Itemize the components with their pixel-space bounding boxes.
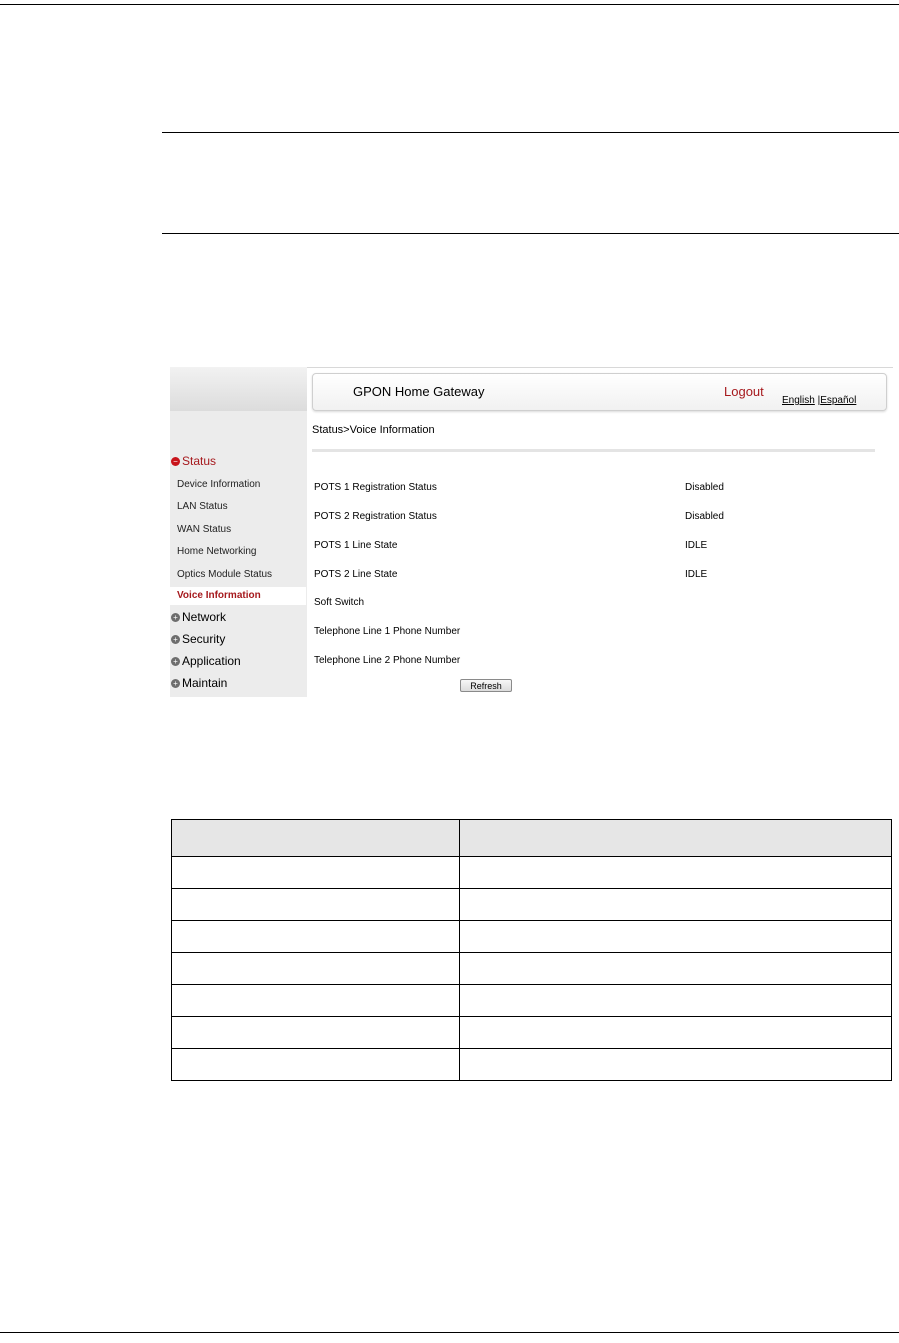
table-cell	[171, 1048, 460, 1081]
table-cell	[459, 888, 892, 921]
sidebar-item-optics-module-status[interactable]: Optics Module Status	[177, 569, 272, 580]
page-top-rule	[0, 4, 899, 5]
table-row	[171, 856, 892, 889]
expand-icon: +	[171, 634, 180, 644]
sidebar-item-wan-status[interactable]: WAN Status	[177, 524, 231, 535]
table-cell	[171, 952, 460, 985]
header-bar: GPON Home Gateway Logout English |Españo…	[312, 373, 887, 411]
voice-row-label: POTS 2 Registration Status	[314, 511, 437, 522]
voice-row-value: IDLE	[685, 540, 708, 551]
table-header-cell	[459, 819, 892, 857]
voice-row-value: IDLE	[685, 569, 708, 580]
table-header-cell	[171, 819, 460, 857]
expand-icon: +	[171, 678, 180, 688]
gateway-screenshot: GPON Home Gateway Logout English |Españo…	[170, 367, 893, 697]
voice-row-label: Telephone Line 1 Phone Number	[314, 626, 461, 637]
table-header-row	[171, 819, 892, 857]
table-cell	[171, 856, 460, 889]
logout-link[interactable]: Logout	[724, 384, 764, 399]
expand-icon: +	[171, 612, 180, 622]
table-cell	[459, 856, 892, 889]
table-cell	[459, 920, 892, 953]
sidebar-section-maintain[interactable]: + Maintain	[171, 676, 227, 690]
sidebar-section-network[interactable]: + Network	[171, 610, 226, 624]
sidebar-section-label: Status	[182, 454, 217, 468]
sidebar-item-voice-information[interactable]: Voice Information	[170, 587, 306, 605]
table-row	[171, 984, 892, 1017]
table-row	[171, 920, 892, 953]
parameter-table	[171, 819, 892, 1081]
sidebar-header	[170, 367, 307, 411]
table-row	[171, 888, 892, 921]
table-cell	[459, 1048, 892, 1081]
voice-row-label: POTS 1 Registration Status	[314, 482, 437, 493]
language-english-link[interactable]: English	[782, 395, 815, 406]
voice-row-label: Soft Switch	[314, 597, 365, 608]
sidebar-item-device-information[interactable]: Device Information	[177, 479, 260, 490]
refresh-button[interactable]: Refresh	[460, 679, 512, 692]
page-bottom-rule	[0, 1332, 899, 1333]
table-cell	[459, 952, 892, 985]
sidebar-item-lan-status[interactable]: LAN Status	[177, 501, 228, 512]
voice-row-label: POTS 2 Line State	[314, 569, 398, 580]
figure-top-line	[307, 367, 893, 368]
table-cell	[459, 1016, 892, 1049]
sidebar-section-label: Network	[182, 610, 227, 624]
table-cell	[459, 984, 892, 1017]
sidebar-section-label: Security	[182, 632, 226, 646]
language-links: English |Español	[782, 395, 856, 406]
sidebar-section-security[interactable]: + Security	[171, 632, 225, 646]
table-cell	[171, 1016, 460, 1049]
table-cell	[171, 984, 460, 1017]
table-cell	[171, 888, 460, 921]
sidebar-section-status[interactable]: − Status	[171, 454, 216, 468]
voice-row-value: Disabled	[685, 482, 724, 493]
note-top-rule	[162, 132, 899, 133]
sidebar-section-application[interactable]: + Application	[171, 654, 241, 668]
breadcrumb: Status>Voice Information	[312, 424, 435, 436]
breadcrumb-divider	[312, 449, 875, 452]
sidebar-section-label: Application	[182, 654, 241, 668]
table-row	[171, 1016, 892, 1049]
collapse-icon: −	[171, 456, 180, 466]
note-bottom-rule	[162, 233, 899, 234]
language-spanish-link[interactable]: Español	[820, 395, 856, 406]
table-row	[171, 952, 892, 985]
sidebar-section-label: Maintain	[182, 676, 228, 690]
table-cell	[171, 920, 460, 953]
app-title: GPON Home Gateway	[353, 384, 485, 399]
sidebar-item-home-networking[interactable]: Home Networking	[177, 546, 256, 557]
expand-icon: +	[171, 656, 180, 666]
voice-row-label: POTS 1 Line State	[314, 540, 398, 551]
voice-row-label: Telephone Line 2 Phone Number	[314, 655, 461, 666]
table-row	[171, 1048, 892, 1081]
voice-row-value: Disabled	[685, 511, 724, 522]
